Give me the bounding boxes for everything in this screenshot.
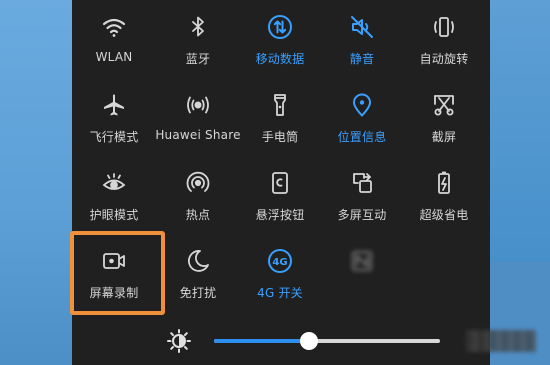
- tile-nfc[interactable]: [320, 234, 404, 312]
- tile-label: 免打扰: [179, 286, 217, 300]
- brightness-slider[interactable]: [214, 332, 440, 350]
- tile-label: 护眼模式: [89, 208, 139, 222]
- blurred-region: [466, 330, 536, 352]
- wifi-icon: [99, 12, 129, 42]
- tile-floating-button[interactable]: 悬浮按钮: [238, 156, 322, 234]
- tile-label: Huawei Share: [155, 128, 241, 142]
- wallpaper-left: [0, 0, 72, 365]
- mute-icon: [347, 12, 377, 42]
- screen-record-icon: [99, 246, 129, 276]
- brightness-icon: [166, 328, 192, 354]
- 4g-icon: 4G: [265, 246, 295, 276]
- brightness-control: [144, 318, 550, 365]
- multi-screen-icon: [347, 168, 377, 198]
- tile-4g[interactable]: 4G 4G 开关: [238, 234, 322, 312]
- brightness-slider-knob[interactable]: [299, 332, 318, 350]
- mobile-data-icon: [265, 12, 295, 42]
- tile-label: 多屏互动: [337, 208, 387, 222]
- tile-eye-comfort[interactable]: 护眼模式: [72, 156, 156, 234]
- tile-multi-screen[interactable]: 多屏互动: [320, 156, 404, 234]
- quick-settings-panel: WLAN 蓝牙 移动数据 静音 自动旋转 飞行模式 Huawei Share 手…: [72, 0, 536, 365]
- tile-screenshot[interactable]: 截屏: [402, 78, 486, 156]
- auto-rotate-icon: [429, 12, 459, 42]
- svg-text:4G: 4G: [272, 257, 287, 268]
- tile-label: 热点: [185, 208, 211, 222]
- eye-comfort-icon: [99, 168, 129, 198]
- do-not-disturb-icon: [183, 246, 213, 276]
- tile-location[interactable]: 位置信息: [320, 78, 404, 156]
- nfc-icon: [347, 246, 377, 276]
- tile-auto-rotate[interactable]: 自动旋转: [402, 0, 486, 78]
- tile-label: 移动数据: [255, 52, 305, 66]
- flashlight-icon: [265, 90, 295, 120]
- tile-do-not-disturb[interactable]: 免打扰: [156, 234, 240, 312]
- airplane-icon: [99, 90, 129, 120]
- tile-bluetooth[interactable]: 蓝牙: [156, 0, 240, 78]
- tile-label: 屏幕录制: [89, 286, 139, 300]
- tile-label: 飞行模式: [89, 130, 139, 144]
- floating-button-icon: [265, 168, 295, 198]
- tile-screen-record[interactable]: 屏幕录制: [72, 234, 156, 312]
- huawei-share-icon: [183, 90, 213, 120]
- tile-label: 截屏: [431, 130, 457, 144]
- tile-label: WLAN: [95, 50, 133, 64]
- tile-flashlight[interactable]: 手电筒: [238, 78, 322, 156]
- tile-ultra-power-saving[interactable]: 超级省电: [402, 156, 486, 234]
- tile-label: 4G 开关: [257, 286, 303, 300]
- tile-airplane-mode[interactable]: 飞行模式: [72, 78, 156, 156]
- tile-label: 静音: [349, 52, 375, 66]
- tile-mobile-data[interactable]: 移动数据: [238, 0, 322, 78]
- tile-hotspot[interactable]: 热点: [156, 156, 240, 234]
- tile-label: 自动旋转: [419, 52, 469, 66]
- brightness-slider-fill: [214, 339, 309, 343]
- tile-label: 手电筒: [261, 130, 299, 144]
- tile-label: 蓝牙: [185, 52, 211, 66]
- ultra-power-saving-icon: [429, 168, 459, 198]
- bluetooth-icon: [183, 12, 213, 42]
- tile-wlan[interactable]: WLAN: [72, 0, 156, 78]
- tile-huawei-share[interactable]: Huawei Share: [155, 78, 241, 156]
- tile-label: 超级省电: [419, 208, 469, 222]
- hotspot-icon: [183, 168, 213, 198]
- location-icon: [347, 90, 377, 120]
- tile-mute[interactable]: 静音: [320, 0, 404, 78]
- tile-label: 位置信息: [337, 130, 387, 144]
- tile-label: 悬浮按钮: [255, 208, 305, 222]
- screenshot-icon: [429, 90, 459, 120]
